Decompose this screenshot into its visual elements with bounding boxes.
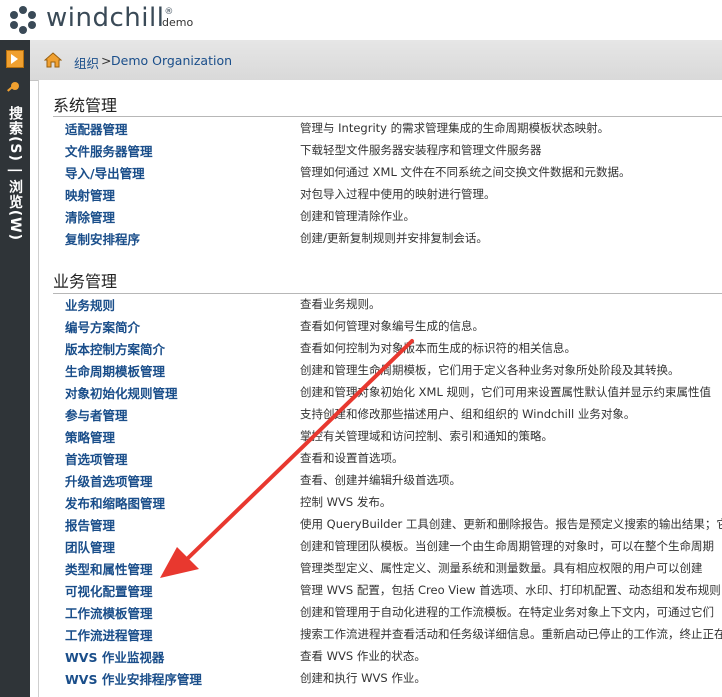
- list-item: 复制安排程序 创建/更新复制规则并安排复制会话。: [39, 227, 722, 249]
- app-header: windchill® demo: [0, 0, 722, 40]
- link-versioning-schemes[interactable]: 版本控制方案简介: [65, 339, 165, 358]
- link-report-management[interactable]: 报告管理: [65, 515, 115, 534]
- item-description: 管理如何通过 XML 文件在不同系统之间交换文件数据和元数据。: [300, 165, 631, 179]
- item-description: 控制 WVS 发布。: [300, 495, 392, 509]
- item-description: 查看业务规则。: [300, 297, 381, 311]
- item-description: 创建和管理对象初始化 XML 规则，它们可用来设置属性默认值并显示约束属性值: [300, 385, 712, 399]
- link-numbering-schemes[interactable]: 编号方案简介: [65, 317, 140, 336]
- list-item: 可视化配置管理 管理 WVS 配置，包括 Creo View 首选项、水印、打印…: [39, 579, 722, 601]
- item-description: 查看和设置首选项。: [300, 451, 404, 465]
- link-preference-management[interactable]: 首选项管理: [65, 449, 128, 468]
- link-participant-administration[interactable]: 参与者管理: [65, 405, 128, 424]
- item-description: 查看如何管理对象编号生成的信息。: [300, 319, 484, 333]
- link-wvs-job-monitor[interactable]: WVS 作业监视器: [65, 647, 164, 666]
- item-description: 使用 QueryBuilder 工具创建、更新和删除报告。报告是预定义搜索的输出…: [300, 517, 722, 531]
- list-item: 工作流进程管理 搜索工作流进程并查看活动和任务级详细信息。重新启动已停止的工作流…: [39, 623, 722, 645]
- item-description: 创建和管理用于自动化进程的工作流模板。在特定业务对象上下文内，可通过它们: [300, 605, 714, 619]
- item-description: 创建和执行 WVS 作业。: [300, 671, 426, 685]
- list-item: WVS 作业安排程序管理 创建和执行 WVS 作业。: [39, 667, 722, 689]
- list-item: 编号方案简介 查看如何管理对象编号生成的信息。: [39, 315, 722, 337]
- list-item: 首选项管理 查看和设置首选项。: [39, 447, 722, 469]
- link-purge-management[interactable]: 清除管理: [65, 207, 115, 226]
- item-description: 创建/更新复制规则并安排复制会话。: [300, 231, 488, 245]
- link-mapping-management[interactable]: 映射管理: [65, 185, 115, 204]
- pin-icon[interactable]: [11, 82, 19, 90]
- item-description: 查看如何控制为对象版本而生成的标识符的相关信息。: [300, 341, 576, 355]
- navigator-label[interactable]: 搜索(S) | 浏览(W): [5, 106, 25, 241]
- item-description: 创建和管理生命周期模板，它们用于定义各种业务对象所处阶段及其转换。: [300, 363, 680, 377]
- list-item: 适配器管理 管理与 Integrity 的需求管理集成的生命周期模板状态映射。: [39, 117, 722, 139]
- link-publish-thumbnail-management[interactable]: 发布和缩略图管理: [65, 493, 165, 512]
- link-adapter-management[interactable]: 适配器管理: [65, 119, 128, 138]
- breadcrumb-demo-organization[interactable]: Demo Organization: [111, 53, 232, 68]
- org-name: demo: [162, 16, 194, 29]
- link-replication-scheduler[interactable]: 复制安排程序: [65, 229, 140, 248]
- list-item: 生命周期模板管理 创建和管理生命周期模板，它们用于定义各种业务对象所处阶段及其转…: [39, 359, 722, 381]
- list-item: 策略管理 掌控有关管理域和访问控制、索引和通知的策略。: [39, 425, 722, 447]
- list-item: 报告管理 使用 QueryBuilder 工具创建、更新和删除报告。报告是预定义…: [39, 513, 722, 535]
- list-item: 团队管理 创建和管理团队模板。当创建一个由生命周期管理的对象时，可以在整个生命周…: [39, 535, 722, 557]
- link-file-server-management[interactable]: 文件服务器管理: [65, 141, 153, 160]
- item-description: 创建和管理清除作业。: [300, 209, 415, 223]
- home-icon[interactable]: [44, 51, 62, 69]
- link-visualization-configuration[interactable]: 可视化配置管理: [65, 581, 153, 600]
- list-item: 升级首选项管理 查看、创建并编辑升级首选项。: [39, 469, 722, 491]
- item-description: 查看 WVS 作业的状态。: [300, 649, 426, 663]
- link-business-rules[interactable]: 业务规则: [65, 295, 115, 314]
- link-object-initialization-rules[interactable]: 对象初始化规则管理: [65, 383, 178, 402]
- list-item: 导入/导出管理 管理如何通过 XML 文件在不同系统之间交换文件数据和元数据。: [39, 161, 722, 183]
- item-description: 查看、创建并编辑升级首选项。: [300, 473, 461, 487]
- list-item: WVS 作业监视器 查看 WVS 作业的状态。: [39, 645, 722, 667]
- link-team-management[interactable]: 团队管理: [65, 537, 115, 556]
- link-workflow-process-management[interactable]: 工作流进程管理: [65, 625, 153, 644]
- navigator-sidebar: 搜索(S) | 浏览(W): [0, 40, 30, 697]
- item-description: 管理与 Integrity 的需求管理集成的生命周期模板状态映射。: [300, 121, 610, 135]
- section-title-business: 业务管理: [53, 272, 118, 291]
- item-description: 管理类型定义、属性定义、测量系统和测量数量。具有相应权限的用户可以创建: [300, 561, 703, 575]
- breadcrumb-org-link[interactable]: 组织: [74, 53, 99, 72]
- list-item: 清除管理 创建和管理清除作业。: [39, 205, 722, 227]
- link-wvs-job-scheduler[interactable]: WVS 作业安排程序管理: [65, 669, 202, 688]
- list-item: 业务规则 查看业务规则。: [39, 293, 722, 315]
- breadcrumb-separator: >: [101, 53, 112, 68]
- item-description: 创建和管理团队模板。当创建一个由生命周期管理的对象时，可以在整个生命周期: [300, 539, 714, 553]
- list-item: 发布和缩略图管理 控制 WVS 发布。: [39, 491, 722, 513]
- list-item: 对象初始化规则管理 创建和管理对象初始化 XML 规则，它们可用来设置属性默认值…: [39, 381, 722, 403]
- item-description: 支持创建和修改那些描述用户、组和组织的 Windchill 业务对象。: [300, 407, 636, 421]
- link-policy-administration[interactable]: 策略管理: [65, 427, 115, 446]
- link-lifecycle-template-management[interactable]: 生命周期模板管理: [65, 361, 165, 380]
- list-item: 工作流模板管理 创建和管理用于自动化进程的工作流模板。在特定业务对象上下文内，可…: [39, 601, 722, 623]
- link-type-attribute-management[interactable]: 类型和属性管理: [65, 559, 153, 578]
- breadcrumb: 组织 > Demo Organization: [30, 40, 722, 81]
- list-item: 文件服务器管理 下载轻型文件服务器安装程序和管理文件服务器: [39, 139, 722, 161]
- utilities-content: 系统管理 适配器管理 管理与 Integrity 的需求管理集成的生命周期模板状…: [38, 80, 722, 697]
- link-import-export-management[interactable]: 导入/导出管理: [65, 163, 145, 182]
- expand-navigator-icon[interactable]: [6, 50, 24, 68]
- list-item: 版本控制方案简介 查看如何控制为对象版本而生成的标识符的相关信息。: [39, 337, 722, 359]
- brand-name: windchill®: [46, 3, 174, 33]
- item-description: 对包导入过程中使用的映射进行管理。: [300, 187, 496, 201]
- list-item: 类型和属性管理 管理类型定义、属性定义、测量系统和测量数量。具有相应权限的用户可…: [39, 557, 722, 579]
- list-item: 映射管理 对包导入过程中使用的映射进行管理。: [39, 183, 722, 205]
- item-description: 下载轻型文件服务器安装程序和管理文件服务器: [300, 143, 542, 157]
- item-description: 搜索工作流进程并查看活动和任务级详细信息。重新启动已停止的工作流，终止正在: [300, 627, 722, 641]
- windchill-logo-icon: [10, 6, 36, 34]
- item-description: 管理 WVS 配置，包括 Creo View 首选项、水印、打印机配置、动态组和…: [300, 583, 721, 597]
- item-description: 掌控有关管理域和访问控制、索引和通知的策略。: [300, 429, 553, 443]
- link-workflow-template-management[interactable]: 工作流模板管理: [65, 603, 153, 622]
- section-title-system: 系统管理: [53, 96, 118, 115]
- list-item: 参与者管理 支持创建和修改那些描述用户、组和组织的 Windchill 业务对象…: [39, 403, 722, 425]
- link-promotion-preference-management[interactable]: 升级首选项管理: [65, 471, 153, 490]
